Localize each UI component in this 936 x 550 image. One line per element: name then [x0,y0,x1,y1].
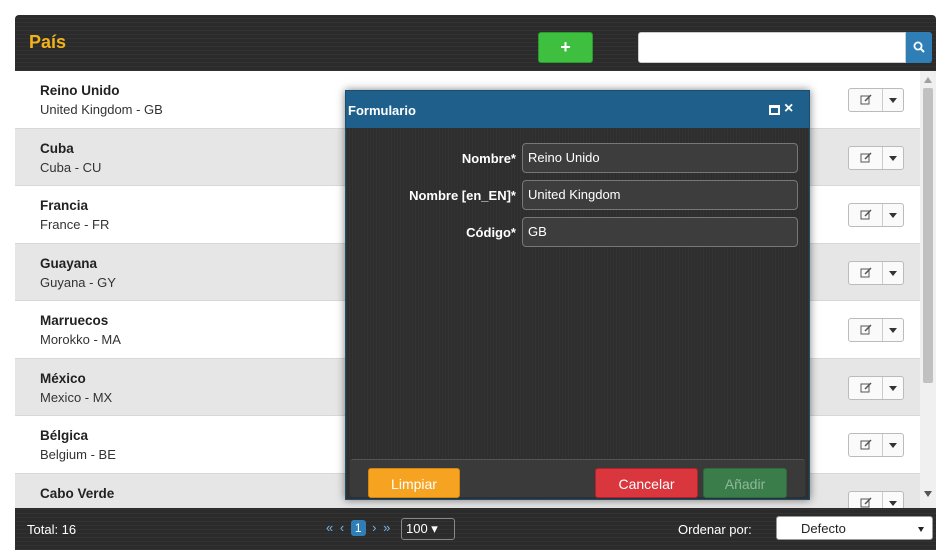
maximize-icon[interactable] [769,105,780,115]
row-menu-button[interactable] [883,147,903,169]
edit-icon [860,151,872,162]
scroll-thumb[interactable] [923,88,933,383]
caret-down-icon [889,155,897,161]
row-actions [848,490,904,509]
country-name: Guayana [40,255,98,271]
edit-button[interactable] [849,204,883,226]
next-page-icon[interactable]: › [372,520,376,535]
caret-down-icon [889,385,897,391]
edit-icon [860,266,872,277]
row-actions [848,203,904,227]
row-menu-button[interactable] [883,89,903,111]
name-field[interactable]: Reino Unido [522,143,798,173]
edit-icon [860,209,872,220]
sort-select[interactable]: Defecto [776,516,933,540]
scroll-down-arrow-icon[interactable] [924,491,932,497]
country-subtitle: Morokko - MA [40,332,121,347]
edit-button[interactable] [849,319,883,341]
country-name: Marruecos [40,313,109,328]
row-menu-button[interactable] [883,377,903,399]
add-button[interactable]: + [538,32,593,63]
country-name: México [40,370,86,386]
caret-down-icon [889,270,897,276]
row-actions [848,433,904,457]
form-dialog: Formulario × Nombre* Reino Unido Nombre … [345,90,810,500]
sort-label: Ordenar por: [678,522,752,537]
prev-page-icon[interactable]: ‹ [340,520,344,535]
edit-button[interactable] [849,146,883,169]
list-footer: Total: 16 « ‹ 1 › » 100 ▾ Ordenar por: D… [15,508,936,550]
plus-icon: + [560,37,571,57]
close-icon[interactable]: × [784,100,793,118]
edit-icon [860,496,872,507]
per-page-select[interactable]: 100 ▾ [401,518,455,540]
add-submit-button[interactable]: Añadir [703,468,787,498]
country-subtitle: Belgium - BE [40,447,116,462]
total-count: Total: 16 [27,522,77,537]
row-menu-button[interactable] [883,262,903,284]
name-label: Nombre* [461,151,516,166]
edit-button[interactable] [849,434,883,456]
edit-icon [860,439,872,450]
country-subtitle: United Kingdom - GB [40,102,163,117]
dialog-footer: Limpiar Cancelar Añadir [350,459,805,498]
caret-down-icon [889,443,897,448]
caret-down-icon [889,500,897,506]
sort-value: Defecto [801,521,846,536]
country-name: Bélgica [40,428,89,443]
edit-icon [860,94,872,105]
list-scrollbar[interactable] [920,71,936,508]
country-name: Cuba [40,140,74,156]
scroll-up-arrow-icon[interactable] [924,77,932,83]
row-menu-button[interactable] [883,434,903,456]
row-actions [848,145,904,170]
edit-button[interactable] [849,261,883,284]
dialog-header: Formulario × [346,91,809,128]
caret-down-icon [918,527,924,532]
dialog-title: Formulario [348,103,416,118]
first-page-icon[interactable]: « [326,520,333,535]
page-title: País [29,32,67,52]
code-label: Código* [466,225,516,240]
row-menu-button[interactable] [883,204,903,226]
current-page[interactable]: 1 [350,520,366,536]
cancel-button[interactable]: Cancelar [595,468,698,498]
country-name: Reino Unido [40,83,120,98]
list-header: País + [15,15,936,71]
row-actions [848,88,904,112]
name-en-field[interactable]: United Kingdom [522,180,798,210]
edit-button[interactable] [849,376,883,399]
row-actions [848,260,904,285]
edit-icon [860,381,872,392]
caret-down-icon [889,98,897,103]
country-name: Cabo Verde [40,485,115,501]
caret-down-icon [889,328,897,333]
name-en-label: Nombre [en_EN]* [409,188,516,203]
edit-button[interactable] [849,491,883,508]
edit-icon [860,324,872,335]
country-subtitle: Guyana - GY [40,274,116,290]
edit-button[interactable] [849,89,883,111]
code-field[interactable]: GB [522,217,798,247]
pagination: « ‹ 1 › » [326,520,393,536]
caret-down-icon [889,213,897,218]
search-icon [913,41,925,53]
row-menu-button[interactable] [883,319,903,341]
country-subtitle: France - FR [40,217,110,232]
search-button[interactable] [906,32,932,63]
search-input[interactable] [638,32,906,63]
country-subtitle: Mexico - MX [40,389,113,405]
row-menu-button[interactable] [883,492,903,509]
clear-button[interactable]: Limpiar [368,468,460,498]
country-subtitle: Cuba - CU [40,159,102,175]
row-actions [848,318,904,342]
country-name: Francia [40,198,89,213]
last-page-icon[interactable]: » [383,520,390,535]
row-actions [848,375,904,400]
